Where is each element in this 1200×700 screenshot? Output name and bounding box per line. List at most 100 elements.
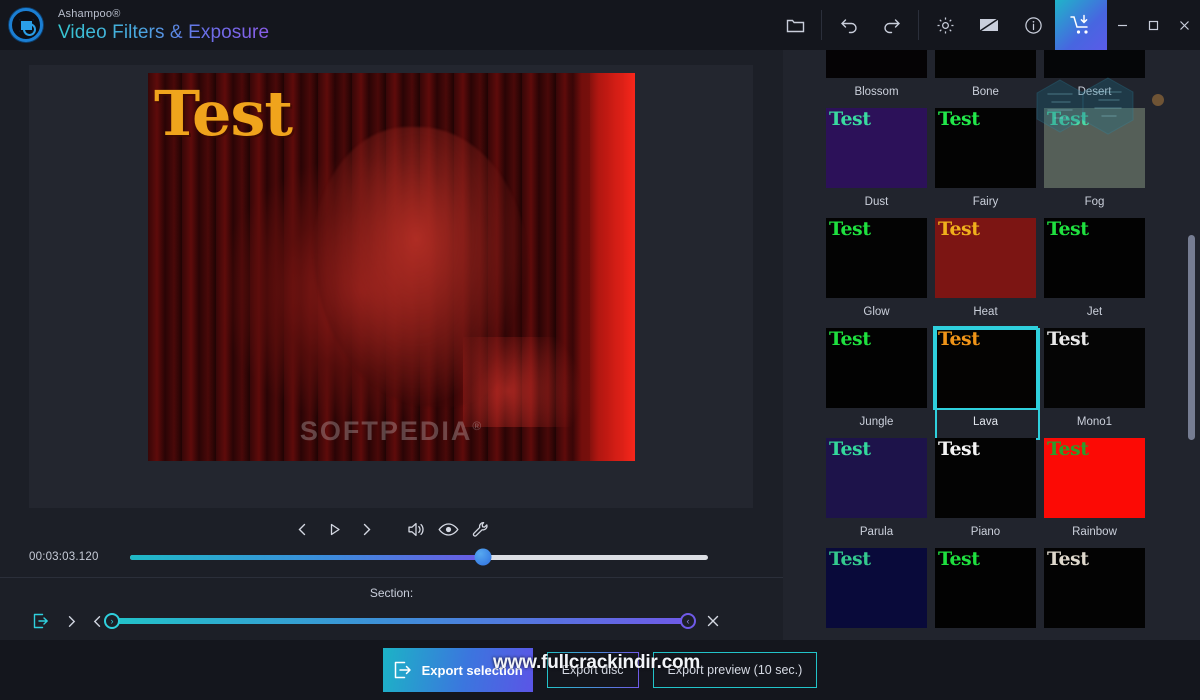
section-next-button[interactable] [58, 615, 84, 628]
previous-frame-button[interactable] [287, 513, 319, 545]
filter-name-label: Fairy [935, 188, 1036, 216]
filter-thumbnail: Test [935, 108, 1036, 188]
filter-thumbnail [826, 50, 927, 78]
filter-thumbnail: Test [826, 548, 927, 628]
curves-button[interactable] [967, 0, 1011, 50]
filter-thumbnail: Test [1044, 328, 1145, 408]
filter-thumbnail: Test [826, 328, 927, 408]
maximize-button[interactable] [1138, 0, 1169, 50]
filter-thumbnail-text: Test [938, 110, 980, 130]
play-button[interactable] [319, 513, 351, 545]
filter-thumbnail: Test [935, 548, 1036, 628]
remove-section-button[interactable] [698, 614, 728, 628]
video-preview[interactable]: Test SOFTPEDIA® [148, 73, 635, 461]
section-start-handle[interactable]: › [104, 613, 120, 629]
filter-cell[interactable]: Test [822, 548, 931, 640]
filters-scrollbar[interactable] [1188, 235, 1195, 440]
tools-button[interactable] [465, 513, 497, 545]
export-disc-label: Export disc [562, 663, 624, 677]
filter-thumbnail-text: Test [938, 330, 980, 350]
filter-cell-jet[interactable]: TestJet [1040, 218, 1149, 328]
filter-thumbnail: Test [1044, 438, 1145, 518]
close-button[interactable] [1169, 0, 1200, 50]
seek-slider[interactable] [130, 555, 708, 560]
section-end-handle[interactable]: ‹ [680, 613, 696, 629]
export-disc-button[interactable]: Export disc [547, 652, 639, 688]
undo-button[interactable] [826, 0, 870, 50]
filter-cell-fairy[interactable]: Test Fairy [931, 108, 1040, 218]
filter-name-label [826, 628, 927, 640]
export-preview-button[interactable]: Export preview (10 sec.) [653, 652, 818, 688]
filter-thumbnail-text: Test [1047, 550, 1089, 570]
section-range-slider[interactable]: › ‹ [112, 618, 688, 624]
redo-button[interactable] [870, 0, 914, 50]
titlebar-divider-2 [918, 10, 919, 40]
volume-button[interactable] [401, 513, 433, 545]
export-arrow-icon [393, 660, 413, 680]
filter-cell-lava[interactable]: Test Lava [931, 328, 1040, 438]
filter-thumbnail [1044, 50, 1145, 78]
filter-cell[interactable]: Test [931, 548, 1040, 640]
filter-thumbnail-text: Test [829, 440, 871, 460]
filter-thumbnail-text: Test [829, 220, 871, 240]
filter-cell-piano[interactable]: Test Piano [931, 438, 1040, 548]
filter-thumbnail-text: Test [1047, 440, 1089, 460]
filter-name-label: Mono1 [1044, 408, 1145, 436]
filter-thumbnail-text: Test [1047, 220, 1089, 240]
filter-cell-mono1[interactable]: Test Mono1 [1040, 328, 1149, 438]
seek-slider-handle[interactable] [474, 549, 491, 566]
filter-thumbnail-text: Test [938, 440, 980, 460]
export-section-icon[interactable] [24, 613, 58, 629]
filter-thumbnail: Test [935, 328, 1036, 408]
next-frame-button[interactable] [351, 513, 383, 545]
export-preview-label: Export preview (10 sec.) [668, 663, 803, 677]
filter-cell-jungle[interactable]: TestJungle [822, 328, 931, 438]
section-divider [0, 577, 783, 578]
filter-cell-bone[interactable]: Bone [931, 50, 1040, 108]
app-logo [0, 0, 52, 50]
titlebar-actions [773, 0, 1200, 50]
buy-button[interactable] [1055, 0, 1107, 50]
filter-cell-parula[interactable]: TestParula [822, 438, 931, 548]
open-folder-button[interactable] [773, 0, 817, 50]
filter-thumbnail-text: Test [829, 330, 871, 350]
minimize-button[interactable] [1107, 0, 1138, 50]
settings-button[interactable] [923, 0, 967, 50]
filter-cell[interactable]: Test [1040, 548, 1149, 640]
timecode-label: 00:03:03.120 [0, 551, 130, 563]
preview-toggle-button[interactable] [433, 513, 465, 545]
bottom-action-bar: Export selection Export disc Export prev… [0, 640, 1200, 700]
filter-cell-rainbow[interactable]: Test Rainbow [1040, 438, 1149, 548]
section-row: › ‹ [0, 606, 783, 636]
filter-cell-fog[interactable]: TestFog [1040, 108, 1149, 218]
filter-name-label: Rainbow [1044, 518, 1145, 546]
section-heading: Section: [0, 586, 783, 600]
app-title-block: Ashampoo® Video Filters & Exposure [58, 9, 269, 42]
filter-name-label: Desert [1044, 78, 1145, 106]
preview-overlay-text: Test [154, 83, 292, 145]
filter-name-label [1044, 628, 1145, 640]
filter-cell-blossom[interactable]: Blossom [822, 50, 931, 108]
filter-thumbnail-text: Test [1047, 330, 1089, 350]
scrubber-row: 00:03:03.120 [0, 542, 783, 572]
filter-cell-glow[interactable]: Test Glow [822, 218, 931, 328]
filter-cell-heat[interactable]: TestHeat [931, 218, 1040, 328]
info-button[interactable] [1011, 0, 1055, 50]
filters-grid: BlossomBoneDesertTestDustTestFairyTestFo… [783, 50, 1200, 640]
filter-thumbnail: Test [935, 438, 1036, 518]
filter-thumbnail-text: Test [1047, 110, 1089, 130]
filter-name-label: Lava [935, 408, 1036, 436]
softpedia-watermark-mark: ® [472, 419, 483, 433]
player-controls [0, 512, 783, 546]
filter-name-label: Bone [935, 78, 1036, 106]
filter-name-label: Glow [826, 298, 927, 326]
filter-cell-dust[interactable]: TestDust [822, 108, 931, 218]
filter-thumbnail: Test [1044, 108, 1145, 188]
export-selection-button[interactable]: Export selection [383, 648, 533, 692]
filter-cell-desert[interactable]: Desert [1040, 50, 1149, 108]
export-selection-label: Export selection [422, 663, 523, 678]
video-stage: Test SOFTPEDIA® [29, 65, 753, 508]
filter-name-label: Heat [935, 298, 1036, 326]
filter-name-label: Piano [935, 518, 1036, 546]
filter-name-label: Dust [826, 188, 927, 216]
